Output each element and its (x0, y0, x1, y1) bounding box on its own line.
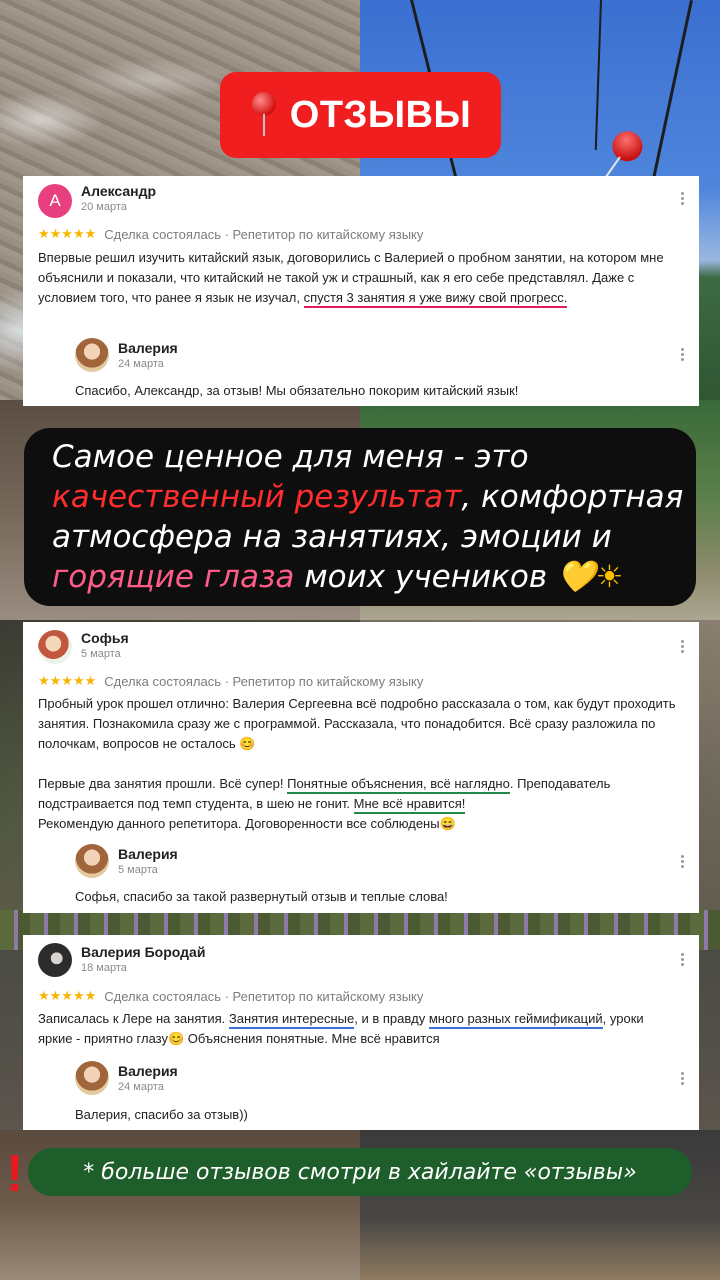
review-date: 20 марта (81, 201, 127, 213)
reply-author: Валерия (118, 340, 178, 356)
reply-text: Валерия, спасибо за отзыв)) (75, 1107, 248, 1122)
quote-text: Самое ценное для меня - это качественный… (52, 437, 702, 597)
review-meta: ★★★★★ Сделка состоялась · Репетитор по к… (38, 988, 423, 1004)
rating-stars: ★★★★★ (38, 673, 97, 688)
review-card: Софья 5 марта ★★★★★ Сделка состоялась · … (23, 622, 699, 913)
reply-author: Валерия (118, 846, 178, 862)
review-paragraph: Первые два занятия прошли. Всё супер! По… (38, 774, 679, 834)
reply-date: 5 марта (118, 864, 158, 876)
more-options-icon[interactable] (681, 348, 685, 361)
rating-stars: ★★★★★ (38, 988, 97, 1003)
more-options-icon[interactable] (681, 953, 685, 966)
deal-status: Сделка состоялась · Репетитор по китайск… (104, 673, 424, 689)
highlighted-phrase: Мне всё нравится! (353, 796, 466, 814)
quote-part: моих учеников (294, 559, 557, 595)
highlighted-phrase: много разных геймификаций (428, 1011, 603, 1029)
sun-icon: ☀ (595, 559, 624, 595)
avatar (75, 1061, 109, 1095)
reply-date: 24 марта (118, 1081, 164, 1093)
avatar (38, 943, 72, 977)
highlighted-phrase: спустя 3 занятия я уже вижу свой прогрес… (303, 290, 568, 308)
text-part: Записалась к Лере на занятия. (38, 1011, 229, 1026)
review-paragraph: Пробный урок прошел отлично: Валерия Сер… (38, 696, 676, 751)
review-date: 5 марта (81, 648, 121, 660)
avatar (75, 338, 109, 372)
quote-highlight-pink: горящие глаза (52, 559, 295, 595)
review-card: А Александр 20 марта ★★★★★ Сделка состоя… (23, 176, 699, 406)
more-options-icon[interactable] (681, 192, 685, 205)
review-text: Впервые решил изучить китайский язык, до… (38, 248, 679, 308)
review-card: Валерия Бородай 18 марта ★★★★★ Сделка со… (23, 935, 699, 1130)
reviewer-name: Валерия Бородай (81, 944, 206, 960)
quote-highlight-red: качественный результат (52, 479, 462, 515)
highlighted-phrase: Занятия интересные (228, 1011, 355, 1029)
review-meta: ★★★★★ Сделка состоялась · Репетитор по к… (38, 226, 423, 242)
title-badge: ОТЗЫВЫ (220, 72, 501, 158)
yellow-heart-icon: 💛 (556, 559, 596, 595)
reply-text: Софья, спасибо за такой развернутый отзы… (75, 889, 448, 904)
footer-text: * больше отзывов смотри в хайлайте «отзы… (83, 1159, 637, 1185)
footer-banner: * больше отзывов смотри в хайлайте «отзы… (28, 1148, 692, 1196)
text-part: Рекомендую данного репетитора. Договорен… (38, 816, 456, 831)
reviewer-name: Александр (81, 183, 157, 199)
review-meta: ★★★★★ Сделка состоялась · Репетитор по к… (38, 673, 423, 689)
more-options-icon[interactable] (681, 640, 685, 653)
reply-author: Валерия (118, 1063, 178, 1079)
avatar: А (38, 184, 72, 218)
avatar (75, 844, 109, 878)
text-part: , и в правду (354, 1011, 429, 1026)
reviewer-name: Софья (81, 630, 129, 646)
text-part: Первые два занятия прошли. Всё супер! (38, 776, 288, 791)
quote-part: Самое ценное для меня - это (52, 439, 529, 475)
rating-stars: ★★★★★ (38, 226, 97, 241)
deal-status: Сделка состоялась · Репетитор по китайск… (104, 988, 424, 1004)
deal-status: Сделка состоялась · Репетитор по китайск… (104, 226, 424, 242)
reply-date: 24 марта (118, 358, 164, 370)
review-date: 18 марта (81, 962, 127, 974)
more-options-icon[interactable] (681, 1072, 685, 1085)
highlighted-phrase: Понятные объяснения, всё наглядно (287, 776, 510, 794)
page-title: ОТЗЫВЫ (289, 93, 472, 136)
review-text: Пробный урок прошел отлично: Валерия Сер… (38, 694, 679, 834)
review-text: Записалась к Лере на занятия. Занятия ин… (38, 1009, 679, 1049)
more-options-icon[interactable] (681, 855, 685, 868)
exclamation-icon: ! (6, 1145, 24, 1203)
pushpin-icon (250, 92, 278, 138)
reply-text: Спасибо, Александр, за отзыв! Мы обязате… (75, 383, 519, 398)
avatar (38, 630, 72, 664)
